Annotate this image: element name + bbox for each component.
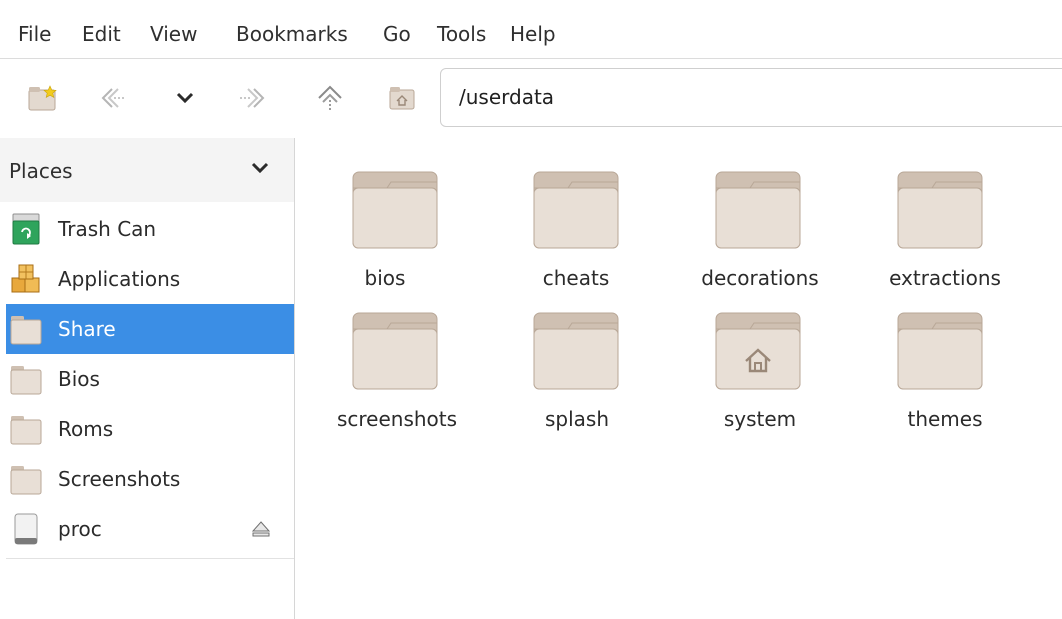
sidebar-item-bios[interactable]: Bios	[6, 354, 294, 404]
folder-icon	[352, 312, 438, 390]
folder-item[interactable]: cheats	[486, 154, 666, 294]
sidebar-item-proc[interactable]: proc	[6, 504, 294, 554]
folder-label: bios	[364, 266, 406, 290]
sidebar-item-label: Screenshots	[58, 467, 181, 491]
folder-icon	[10, 316, 42, 345]
address-bar[interactable]: /userdata	[440, 68, 1062, 127]
folder-label: decorations	[701, 266, 819, 290]
sidebar-item-share[interactable]: Share	[6, 304, 294, 354]
sidebar-item-label: Applications	[58, 267, 181, 291]
places-label: Places	[9, 159, 73, 183]
folder-label: extractions	[889, 266, 1001, 290]
folder-item[interactable]: extractions	[855, 154, 1035, 294]
menu-go[interactable]: Go	[383, 22, 411, 46]
toolbar: /userdata	[0, 59, 1062, 138]
folder-item[interactable]: bios	[295, 154, 475, 294]
folder-item[interactable]: splash	[487, 295, 667, 435]
folder-label: system	[723, 407, 797, 431]
folder-item[interactable]: themes	[855, 295, 1035, 435]
chevron-down-icon[interactable]	[250, 160, 270, 176]
folder-label: screenshots	[336, 407, 458, 431]
folder-item[interactable]: decorations	[670, 154, 850, 294]
menu-bookmarks[interactable]: Bookmarks	[236, 22, 348, 46]
home-icon	[389, 87, 415, 110]
address-path: /userdata	[459, 85, 555, 109]
sidebar-item-label: Share	[58, 317, 116, 341]
sidebar: Places Trash Can Applications Share Bios…	[0, 138, 294, 619]
menu-help[interactable]: Help	[510, 22, 556, 46]
sidebar-item-roms[interactable]: Roms	[6, 404, 294, 454]
file-view: bios cheats decorations extractions scre…	[295, 138, 1062, 619]
folder-icon	[897, 312, 983, 390]
drive-icon	[14, 513, 38, 545]
folder-icon	[533, 312, 619, 390]
sidebar-item-label: Trash Can	[58, 217, 157, 241]
folder-icon	[10, 466, 42, 495]
back-button[interactable]	[96, 81, 130, 115]
folder-item[interactable]: screenshots	[307, 295, 487, 435]
folder-label: cheats	[542, 266, 610, 290]
sidebar-item-label: Bios	[58, 367, 100, 391]
folder-icon	[10, 416, 42, 445]
chevron-down-icon	[176, 92, 194, 104]
up-button[interactable]	[313, 81, 347, 115]
home-button[interactable]	[385, 81, 419, 115]
sidebar-item-trash-can[interactable]: Trash Can	[6, 204, 294, 254]
menu-view[interactable]: View	[150, 22, 197, 46]
folder-item[interactable]: system	[670, 295, 850, 435]
applications-icon	[11, 264, 40, 293]
new-folder-icon	[28, 85, 57, 111]
trash-icon	[12, 213, 40, 245]
forward-icon	[240, 88, 265, 108]
folder-icon	[352, 171, 438, 249]
sidebar-item-label: Roms	[58, 417, 114, 441]
file-manager-window: File Edit View Bookmarks Go Tools Help /…	[0, 0, 1062, 619]
folder-icon	[715, 171, 801, 249]
up-icon	[318, 85, 342, 111]
folder-label: themes	[907, 407, 983, 431]
sidebar-divider	[6, 558, 294, 559]
menu-bar: File Edit View Bookmarks Go Tools Help	[0, 8, 1062, 59]
menu-file[interactable]: File	[18, 22, 51, 46]
history-dropdown-button[interactable]	[168, 81, 202, 115]
menu-tools[interactable]: Tools	[437, 22, 486, 46]
new-folder-button[interactable]	[26, 81, 60, 115]
sidebar-item-applications[interactable]: Applications	[6, 254, 294, 304]
back-icon	[101, 88, 126, 108]
folder-icon	[533, 171, 619, 249]
folder-label: splash	[544, 407, 610, 431]
menu-edit[interactable]: Edit	[82, 22, 121, 46]
sidebar-item-label: proc	[58, 517, 102, 541]
folder-icon	[715, 312, 801, 390]
forward-button[interactable]	[236, 81, 270, 115]
places-header[interactable]: Places	[0, 138, 294, 202]
eject-icon[interactable]	[250, 519, 272, 539]
folder-icon	[10, 366, 42, 395]
sidebar-item-screenshots[interactable]: Screenshots	[6, 454, 294, 504]
folder-icon	[897, 171, 983, 249]
